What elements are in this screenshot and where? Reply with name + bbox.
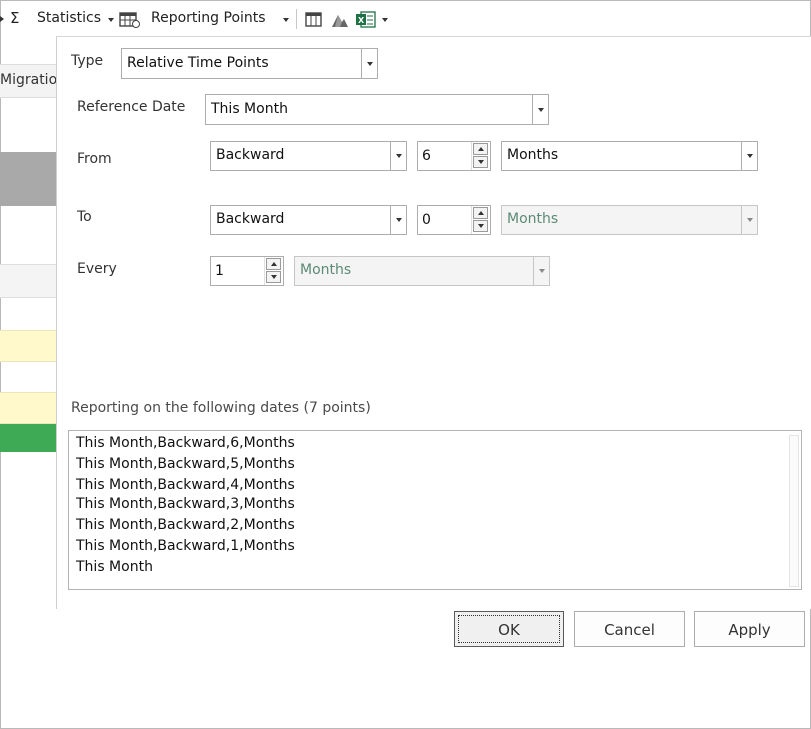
grid-column-header[interactable]: Migratio [0, 64, 58, 98]
list-item: This Month,Backward,1,Months [76, 538, 295, 554]
chevron-down-icon [747, 154, 753, 158]
dropdown-button[interactable] [390, 142, 406, 170]
chevron-down-icon [367, 62, 373, 66]
cancel-button[interactable]: Cancel [574, 611, 685, 647]
toolbar-divider [296, 9, 297, 29]
decrement-button[interactable] [266, 271, 281, 283]
list-item: This Month,Backward,5,Months [76, 456, 295, 472]
to-direction-dropdown[interactable]: Backward [210, 205, 407, 235]
increment-button[interactable] [473, 207, 488, 219]
dropdown-button[interactable] [741, 142, 757, 170]
reference-date-label: Reference Date [77, 99, 186, 115]
chevron-right-icon [0, 16, 4, 22]
list-item: This Month,Backward,4,Months [76, 477, 295, 493]
from-label: From [77, 151, 112, 167]
grid-row-green[interactable] [0, 424, 56, 452]
chevron-up-icon [478, 147, 484, 151]
decrement-button[interactable] [473, 156, 488, 168]
chevron-up-icon [478, 211, 484, 215]
to-unit-dropdown: Months [501, 205, 758, 235]
points-list[interactable]: This Month,Backward,6,Months This Month,… [68, 430, 802, 590]
svg-text:X: X [358, 16, 365, 25]
to-direction-value: Backward [216, 211, 285, 227]
column-header-label: Migratio [0, 72, 58, 88]
toolbar: Σ Statistics Reporting Points X [0, 0, 811, 38]
apply-button[interactable]: Apply [694, 611, 805, 647]
calendar-icon [119, 12, 140, 28]
statistics-menu[interactable]: Statistics [37, 10, 101, 26]
grid-row-selected[interactable] [0, 152, 56, 206]
chevron-down-icon [271, 275, 277, 279]
every-amount-stepper[interactable]: 1 [210, 256, 284, 286]
every-unit-value: Months [300, 262, 352, 278]
reporting-points-menu[interactable]: Reporting Points [151, 10, 266, 26]
dropdown-button[interactable] [532, 95, 548, 124]
list-item: This Month,Backward,3,Months [76, 496, 295, 512]
chevron-down-icon [478, 160, 484, 164]
reference-date-value: This Month [211, 101, 288, 117]
reference-date-dropdown[interactable]: This Month [205, 94, 549, 125]
chevron-up-icon [271, 262, 277, 266]
chevron-down-icon[interactable] [382, 18, 388, 22]
every-unit-dropdown: Months [294, 256, 550, 286]
from-amount-stepper[interactable]: 6 [417, 141, 491, 171]
from-unit-dropdown[interactable]: Months [501, 141, 758, 171]
grid-row[interactable] [0, 264, 56, 298]
dropdown-button [533, 257, 549, 285]
decrement-button[interactable] [473, 220, 488, 232]
grid-row-highlighted[interactable] [0, 392, 56, 424]
to-amount-stepper[interactable]: 0 [417, 205, 491, 235]
increment-button[interactable] [266, 258, 281, 270]
to-label: To [77, 209, 92, 225]
chevron-down-icon [478, 224, 484, 228]
from-unit-value: Months [507, 147, 559, 163]
chevron-down-icon [396, 218, 402, 222]
type-dropdown[interactable]: Relative Time Points [121, 48, 378, 79]
table-columns-icon[interactable] [305, 12, 323, 28]
sigma-icon: Σ [10, 9, 20, 27]
type-value: Relative Time Points [127, 55, 269, 71]
chevron-down-icon [539, 269, 545, 273]
dropdown-button[interactable] [361, 49, 377, 78]
list-item: This Month,Backward,2,Months [76, 517, 295, 533]
list-item: This Month,Backward,6,Months [76, 435, 295, 451]
chevron-down-icon[interactable] [283, 18, 289, 22]
dropdown-button [741, 206, 757, 234]
list-item: This Month [76, 559, 153, 575]
chevron-down-icon[interactable] [108, 18, 114, 22]
chart-icon[interactable] [331, 12, 349, 28]
every-amount-value: 1 [215, 263, 224, 279]
chevron-down-icon [538, 108, 544, 112]
from-direction-value: Backward [216, 147, 285, 163]
to-unit-value: Months [507, 211, 559, 227]
dropdown-button[interactable] [390, 206, 406, 234]
increment-button[interactable] [473, 143, 488, 155]
to-amount-value: 0 [422, 212, 431, 228]
excel-export-icon[interactable]: X [355, 10, 377, 29]
scrollbar[interactable] [789, 435, 799, 587]
grid-row-highlighted[interactable] [0, 330, 56, 362]
from-amount-value: 6 [422, 148, 431, 164]
ok-button[interactable]: OK [454, 611, 564, 647]
type-label: Type [71, 53, 104, 69]
points-heading: Reporting on the following dates (7 poin… [71, 400, 371, 416]
chevron-down-icon [396, 154, 402, 158]
from-direction-dropdown[interactable]: Backward [210, 141, 407, 171]
chevron-down-icon [747, 218, 753, 222]
every-label: Every [77, 261, 117, 277]
